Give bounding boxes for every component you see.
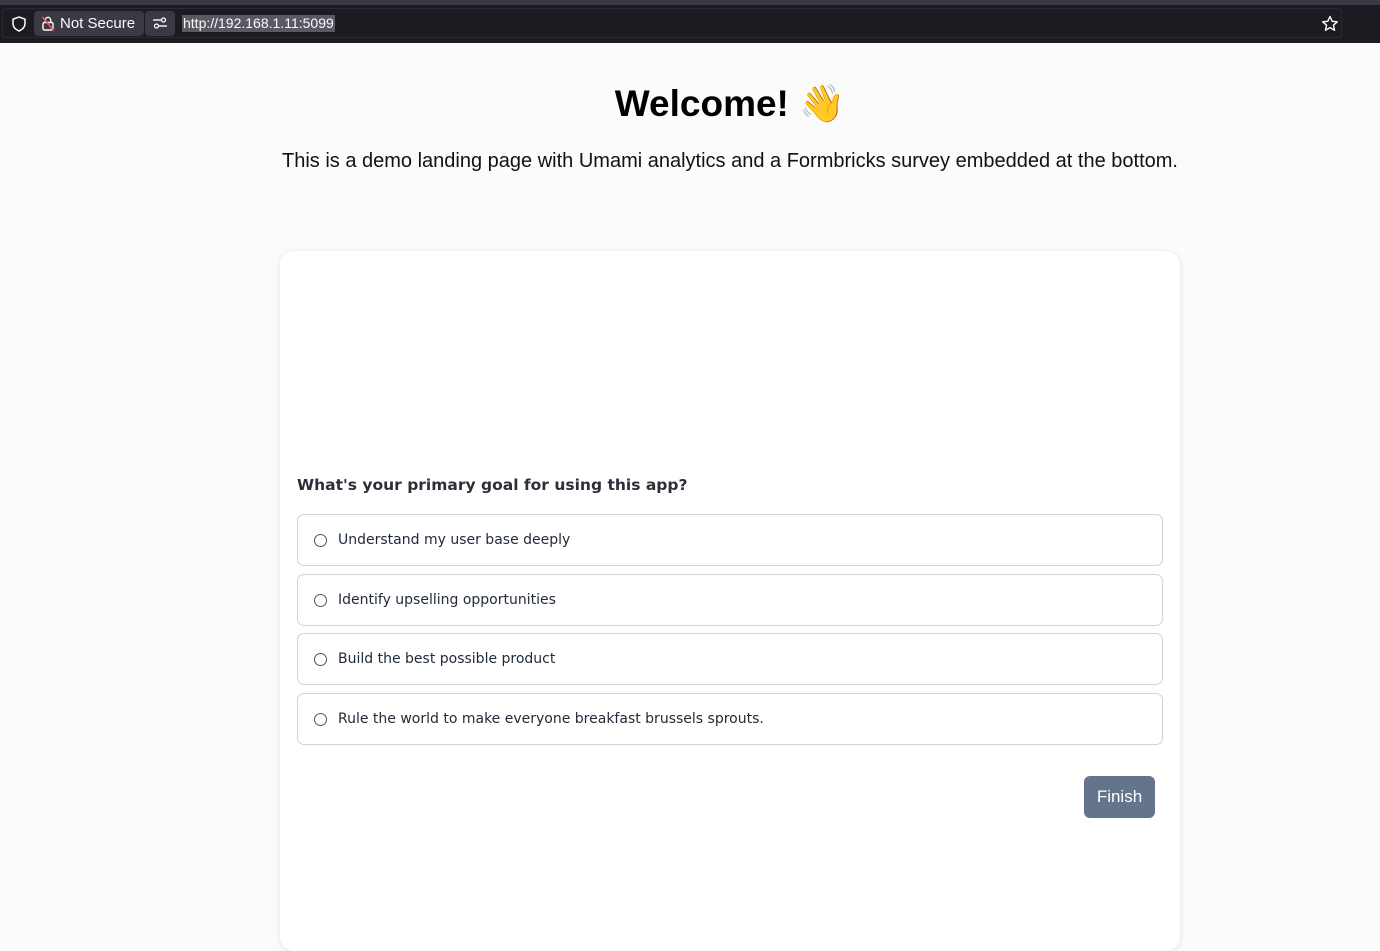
survey-option[interactable]: Identify upselling opportunities: [297, 574, 1163, 626]
url-text[interactable]: http://192.168.1.11:5099: [182, 15, 335, 32]
survey-option[interactable]: Rule the world to make everyone breakfas…: [297, 693, 1163, 745]
page-title: Welcome! 👋: [614, 83, 846, 124]
radio-button[interactable]: [314, 652, 327, 666]
not-secure-label: Not Secure: [60, 15, 136, 32]
browser-toolbar: Not Secure http://192.168.1.11:5099: [0, 0, 1380, 43]
insecure-lock-icon: [42, 16, 54, 31]
address-bar[interactable]: Not Secure http://192.168.1.11:5099: [2, 8, 1342, 38]
bookmark-star-icon[interactable]: [1321, 15, 1339, 33]
shield-icon[interactable]: [12, 16, 26, 32]
option-label: Understand my user base deeply: [338, 532, 571, 548]
radio-button[interactable]: [314, 712, 327, 726]
survey-option[interactable]: Understand my user base deeply: [297, 514, 1163, 566]
option-label: Identify upselling opportunities: [338, 592, 556, 608]
option-label: Build the best possible product: [338, 651, 556, 667]
survey-card: What's your primary goal for using this …: [280, 251, 1180, 951]
finish-button[interactable]: Finish: [1084, 776, 1155, 818]
radio-button[interactable]: [314, 533, 327, 547]
survey-option[interactable]: Build the best possible product: [297, 633, 1163, 685]
survey-question: What's your primary goal for using this …: [297, 476, 688, 494]
page-subtitle: This is a demo landing page with Umami a…: [282, 150, 1178, 172]
radio-button[interactable]: [314, 593, 327, 607]
option-label: Rule the world to make everyone breakfas…: [338, 711, 764, 727]
permissions-icon: [153, 17, 167, 29]
permissions-button[interactable]: [145, 11, 175, 36]
site-security-indicator[interactable]: Not Secure: [34, 11, 144, 36]
